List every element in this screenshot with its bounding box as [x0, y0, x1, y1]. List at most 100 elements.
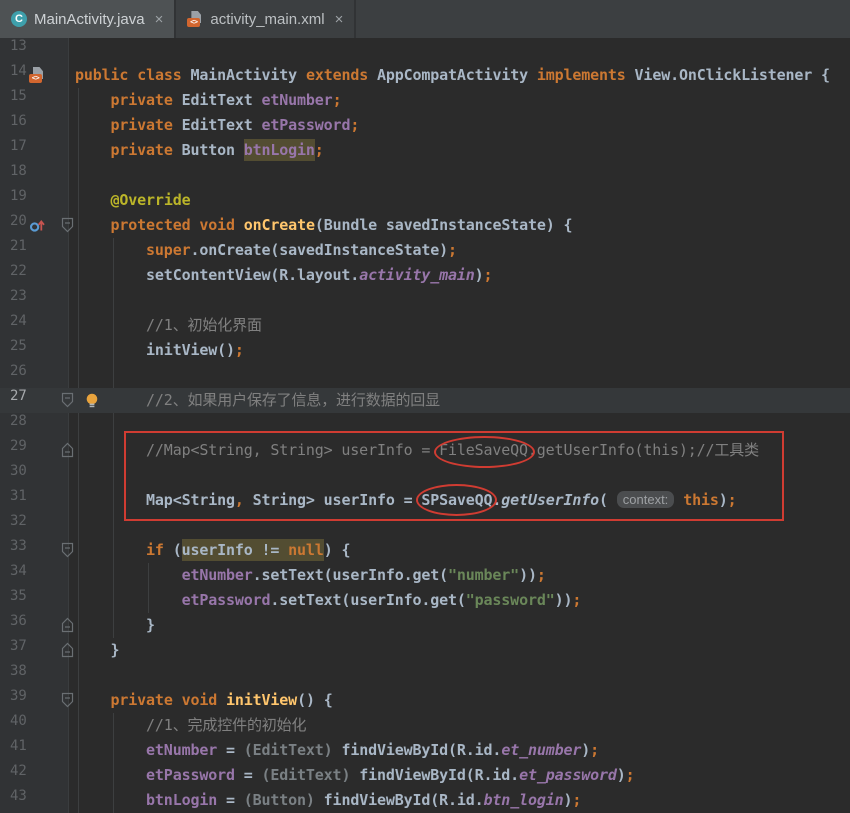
tab-label: MainActivity.java	[34, 10, 145, 28]
code-text: @Override	[110, 191, 191, 209]
code-text: setContentView(R.layout.activity_main);	[75, 266, 493, 284]
code-line[interactable]: 36 }	[0, 613, 850, 638]
line-number[interactable]: 24	[10, 313, 27, 329]
code-text: btnLogin = (Button) findViewById(R.id.bt…	[146, 791, 582, 809]
code-line[interactable]: 24 //1、初始化界面	[0, 313, 850, 338]
tab-activity-main-xml[interactable]: <> activity_main.xml ×	[176, 0, 357, 38]
line-number[interactable]: 15	[10, 88, 27, 104]
line-number[interactable]: 35	[10, 588, 27, 604]
code-text: }	[75, 616, 155, 634]
code-line[interactable]: 16 private EditText etPassword;	[0, 113, 850, 138]
close-icon[interactable]: ×	[155, 12, 164, 27]
close-icon[interactable]: ×	[335, 12, 344, 27]
code-text: private EditText etNumber;	[110, 91, 342, 109]
line-number[interactable]: 17	[10, 138, 27, 154]
code-line[interactable]: 37 }	[0, 638, 850, 663]
code-text: protected void onCreate(Bundle savedInst…	[110, 216, 573, 234]
code-line[interactable]: 32	[0, 513, 850, 538]
code-line[interactable]: 35 etPassword.setText(userInfo.get("pass…	[0, 588, 850, 613]
java-class-icon: C	[11, 11, 27, 27]
line-number[interactable]: 39	[10, 688, 27, 704]
line-number[interactable]: 21	[10, 238, 27, 254]
line-number[interactable]: 41	[10, 738, 27, 754]
code-line[interactable]: 27 //2、如果用户保存了信息，进行数据的回显	[0, 388, 850, 413]
line-number[interactable]: 25	[10, 338, 27, 354]
line-number[interactable]: 28	[10, 413, 27, 429]
code-text: etPassword = (EditText) findViewById(R.i…	[146, 766, 635, 784]
layout-file-icon[interactable]: <>	[29, 67, 45, 83]
line-number[interactable]: 33	[10, 538, 27, 554]
code-line[interactable]: 14 <> public class MainActivity extends Ap…	[0, 63, 850, 88]
code-line[interactable]: 33 if (userInfo != null) {	[0, 538, 850, 563]
code-line[interactable]: 15 private EditText etNumber;	[0, 88, 850, 113]
code-line[interactable]: 30	[0, 463, 850, 488]
code-line[interactable]: 41 etNumber = (EditText) findViewById(R.…	[0, 738, 850, 763]
overriding-method-icon[interactable]	[29, 217, 45, 233]
code-editor[interactable]: 13 14 <> public class MainActivity extends …	[0, 38, 850, 813]
code-line[interactable]: 17 private Button btnLogin;	[0, 138, 850, 163]
line-number[interactable]: 43	[10, 788, 27, 804]
line-number[interactable]: 16	[10, 113, 27, 129]
code-line[interactable]: 29 //Map<String, String> userInfo = File…	[0, 438, 850, 463]
code-text: public class MainActivity extends AppCom…	[75, 66, 830, 84]
code-text: initView();	[75, 341, 244, 359]
code-line[interactable]: 20 protected void onCreate(Bundle savedI…	[0, 213, 850, 238]
code-line[interactable]: 19 @Override	[0, 188, 850, 213]
line-number[interactable]: 20	[10, 213, 27, 229]
code-line[interactable]: 40 //1、完成控件的初始化	[0, 713, 850, 738]
editor-tab-bar: C MainActivity.java × <> activity_main.x…	[0, 0, 850, 38]
code-line[interactable]: 42 etPassword = (EditText) findViewById(…	[0, 763, 850, 788]
code-text: super.onCreate(savedInstanceState);	[146, 241, 457, 259]
fold-marker-icon[interactable]	[61, 442, 74, 458]
line-number[interactable]: 29	[10, 438, 27, 454]
line-number[interactable]: 23	[10, 288, 27, 304]
line-number[interactable]: 27	[10, 388, 27, 404]
code-line[interactable]: 43 btnLogin = (Button) findViewById(R.id…	[0, 788, 850, 813]
tab-label: activity_main.xml	[210, 10, 325, 28]
code-line[interactable]: 21 super.onCreate(savedInstanceState);	[0, 238, 850, 263]
code-text: //2、如果用户保存了信息，进行数据的回显	[146, 391, 440, 409]
code-text: private EditText etPassword;	[110, 116, 360, 134]
code-text: Map<String, String> userInfo = SPSaveQQ.…	[75, 491, 737, 509]
code-lines: 13 14 <> public class MainActivity extends …	[0, 38, 850, 813]
code-line[interactable]: 34 etNumber.setText(userInfo.get("number…	[0, 563, 850, 588]
fold-marker-icon[interactable]	[61, 617, 74, 633]
code-line[interactable]: 18	[0, 163, 850, 188]
line-number[interactable]: 13	[10, 38, 27, 54]
tab-mainactivity-java[interactable]: C MainActivity.java ×	[0, 0, 177, 38]
line-number[interactable]: 40	[10, 713, 27, 729]
code-text: private Button btnLogin;	[110, 139, 324, 161]
line-number[interactable]: 30	[10, 463, 27, 479]
line-number[interactable]: 26	[10, 363, 27, 379]
code-line[interactable]: 39 private void initView() {	[0, 688, 850, 713]
line-number[interactable]: 19	[10, 188, 27, 204]
fold-marker-icon[interactable]	[61, 217, 74, 233]
code-line[interactable]: 31 Map<String, String> userInfo = SPSave…	[0, 488, 850, 513]
fold-marker-icon[interactable]	[61, 692, 74, 708]
code-text: private void initView() {	[110, 691, 333, 709]
line-number[interactable]: 31	[10, 488, 27, 504]
line-number[interactable]: 18	[10, 163, 27, 179]
parameter-hint-chip: context:	[616, 491, 675, 508]
line-number[interactable]: 34	[10, 563, 27, 579]
fold-marker-icon[interactable]	[61, 542, 74, 558]
line-number[interactable]: 32	[10, 513, 27, 529]
code-line[interactable]: 38	[0, 663, 850, 688]
code-text: //1、初始化界面	[146, 316, 262, 334]
code-text: //Map<String, String> userInfo = FileSav…	[146, 441, 759, 459]
fold-marker-icon[interactable]	[61, 392, 74, 408]
code-line[interactable]: 28	[0, 413, 850, 438]
line-number[interactable]: 42	[10, 763, 27, 779]
line-number[interactable]: 36	[10, 613, 27, 629]
line-number[interactable]: 37	[10, 638, 27, 654]
line-number[interactable]: 38	[10, 663, 27, 679]
code-line[interactable]: 25 initView();	[0, 338, 850, 363]
line-number[interactable]: 22	[10, 263, 27, 279]
code-text: if (userInfo != null) {	[146, 539, 351, 561]
code-line[interactable]: 23	[0, 288, 850, 313]
line-number[interactable]: 14	[10, 63, 27, 79]
code-line[interactable]: 22 setContentView(R.layout.activity_main…	[0, 263, 850, 288]
fold-marker-icon[interactable]	[61, 642, 74, 658]
code-line[interactable]: 26	[0, 363, 850, 388]
code-line[interactable]: 13	[0, 38, 850, 63]
